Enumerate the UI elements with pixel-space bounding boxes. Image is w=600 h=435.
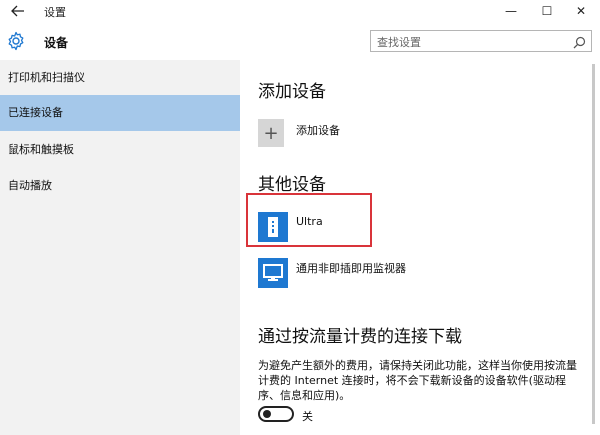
device-name-monitor[interactable]: 通用非即插即用监视器 [296, 260, 406, 276]
close-button[interactable]: ✕ [566, 0, 596, 22]
maximize-button[interactable]: ☐ [532, 0, 562, 22]
sidebar: 打印机和扫描仪 已连接设备 鼠标和触摸板 自动播放 [0, 60, 240, 435]
add-device-button[interactable]: + [258, 119, 284, 147]
add-device-label[interactable]: 添加设备 [296, 122, 340, 138]
search-input[interactable] [371, 32, 561, 53]
header: 设备 [0, 22, 600, 60]
toggle-knob [263, 410, 271, 418]
sidebar-item-mouse-touchpad[interactable]: 鼠标和触摸板 [0, 132, 240, 168]
title-bar: 设置 — ☐ ✕ [0, 0, 600, 22]
scrollbar-thumb[interactable] [592, 64, 595, 424]
monitor-icon[interactable] [258, 258, 288, 288]
device-name-ultra[interactable]: Ultra [296, 215, 323, 228]
metered-download-heading: 通过按流量计费的连接下载 [258, 327, 462, 347]
main-content: 添加设备 + 添加设备 其他设备 Ultra 通用非即插即用监视器 通过按流量计… [240, 60, 588, 435]
search-icon[interactable] [573, 34, 586, 49]
metered-description: 为避免产生额外的费用，请保持关闭此功能，这样当你使用按流量计费的 Interne… [258, 359, 577, 402]
minimize-button[interactable]: — [496, 0, 526, 22]
add-devices-heading: 添加设备 [258, 82, 326, 102]
toggle-state-label: 关 [302, 410, 313, 423]
sidebar-item-connected-devices[interactable]: 已连接设备 [0, 95, 240, 131]
sidebar-item-autoplay[interactable]: 自动播放 [0, 168, 240, 204]
other-devices-heading: 其他设备 [258, 175, 326, 195]
usb-drive-icon[interactable] [258, 212, 288, 242]
back-arrow-icon[interactable] [8, 2, 28, 20]
search-box [370, 30, 592, 53]
metered-download-toggle[interactable] [258, 406, 294, 422]
window-title: 设置 [44, 6, 66, 19]
sidebar-item-printers[interactable]: 打印机和扫描仪 [0, 60, 240, 96]
page-title: 设备 [44, 36, 69, 50]
plus-icon: + [263, 122, 279, 144]
gear-icon [6, 31, 26, 51]
